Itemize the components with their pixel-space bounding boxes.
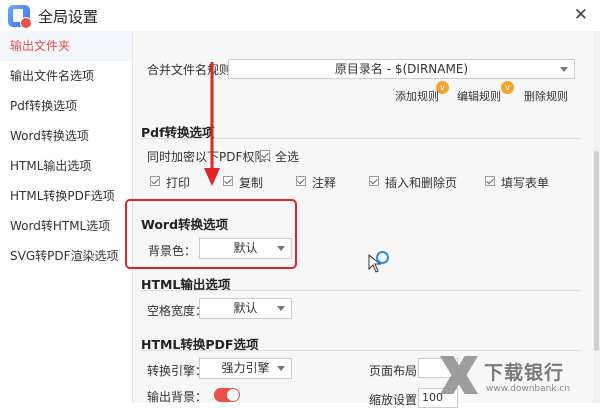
delete-rule-button[interactable]: 删除规则 [524,88,568,104]
print-label: 打印 [166,176,191,190]
fill-form-checkbox[interactable] [485,176,495,186]
copy-checkbox[interactable] [223,176,233,186]
add-rule-button[interactable]: 添加规则 [395,88,439,104]
space-width-value: 默认 [233,301,258,315]
title-bar: 全局设置 ✕ [0,0,600,31]
copy-label: 复制 [239,176,264,190]
chevron-down-icon [560,67,568,72]
sidebar-item-html-output[interactable]: HTML输出选项 [0,151,132,181]
select-all-label: 全选 [275,150,300,164]
space-width-select[interactable]: 默认 [199,298,292,319]
fill-form-label: 填写表单 [501,176,550,190]
sidebar-item-output-folder[interactable]: 输出文件夹 [0,31,132,61]
edit-rule-badge-icon: v [501,81,514,94]
chevron-down-icon [277,306,285,311]
output-background-toggle[interactable] [214,388,240,402]
html-output-divider [141,290,581,291]
window-title: 全局设置 [38,8,99,26]
engine-select[interactable]: 强力引擎 [199,358,292,379]
merge-rule-select[interactable]: 原目录名 - $(DIRNAME) [228,59,575,79]
engine-value: 强力引擎 [221,361,270,375]
engine-label: 转换引擎： [147,364,208,378]
insert-delete-label: 插入和删除页 [385,176,458,190]
close-icon[interactable]: ✕ [574,5,588,25]
sidebar-item-word-to-html[interactable]: Word转HTML选项 [0,211,132,241]
sidebar-item-pdf-options[interactable]: Pdf转换选项 [0,91,132,121]
sidebar-item-svg-to-pdf[interactable]: SVG转PDF渲染选项 [0,241,132,271]
annotate-checkbox[interactable] [296,176,306,186]
edit-rule-button[interactable]: 编辑规则 [457,88,501,104]
sidebar: 输出文件夹 输出文件名选项 Pdf转换选项 Word转换选项 HTML输出选项 … [0,31,133,403]
select-all-checkbox[interactable] [260,150,270,160]
annotate-label: 注释 [312,176,337,190]
annotation-arrow-head [204,168,220,186]
app-icon [8,5,32,29]
watermark-logo-icon [440,356,478,394]
watermark-name: 下载银行 [484,362,565,384]
print-checkbox[interactable] [150,176,160,186]
toggle-knob [227,389,239,401]
chevron-down-icon [277,366,285,371]
annotation-arrow [204,62,220,186]
sidebar-item-word-options[interactable]: Word转换选项 [0,121,132,151]
sidebar-item-html-to-pdf[interactable]: HTML转换PDF选项 [0,181,132,211]
space-width-label: 空格宽度： [147,304,208,318]
output-background-label: 输出背景： [147,390,208,404]
watermark: 下载银行 www.downbank.cn [440,356,590,401]
insert-delete-checkbox[interactable] [369,176,379,186]
scrollbar-thumb[interactable] [594,151,599,351]
scrollbar[interactable] [593,31,600,403]
html-pdf-divider [141,350,581,351]
word-options-highlight [125,199,297,269]
sidebar-item-output-filename[interactable]: 输出文件名选项 [0,61,132,91]
merge-rule-value: 原目录名 - $(DIRNAME) [334,62,469,76]
loading-spinner-icon [376,251,389,264]
watermark-url: www.downbank.cn [486,384,571,394]
